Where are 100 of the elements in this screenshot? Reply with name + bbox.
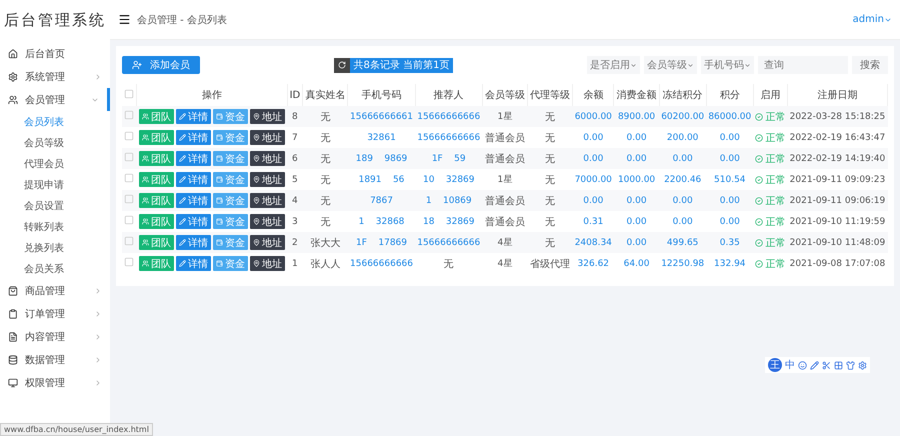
filter-dropdown[interactable]: 手机号码 [701, 56, 754, 74]
sidebar-subitem[interactable]: 会员列表 [0, 111, 110, 132]
sidebar-subitem[interactable]: 会员等级 [0, 132, 110, 153]
status-label: 正常 [755, 172, 786, 186]
action-button[interactable]: 资金 [212, 235, 248, 250]
table-cell: 132.94 [706, 253, 754, 274]
table-cell: 0.00 [614, 211, 660, 232]
sidebar-subitem[interactable]: 会员设置 [0, 195, 110, 216]
action-button[interactable]: 地址 [250, 109, 285, 124]
checkbox[interactable] [124, 131, 134, 141]
table-cell: 32861 [348, 127, 416, 148]
sidebar-item[interactable]: 权限管理 [0, 371, 110, 394]
pencil-icon[interactable] [810, 360, 819, 370]
action-button[interactable]: 详情 [176, 151, 211, 166]
emoji-icon[interactable] [798, 360, 807, 370]
action-button[interactable]: 团队 [138, 151, 174, 166]
checkbox[interactable] [124, 194, 134, 204]
action-button[interactable]: 资金 [212, 172, 248, 187]
table-cell: 326.62 [572, 253, 614, 274]
table-cell: 无 [527, 148, 573, 169]
checkbox[interactable] [124, 110, 134, 120]
action-button[interactable]: 团队 [138, 256, 174, 271]
scissors-icon[interactable] [822, 360, 831, 370]
checkbox[interactable] [124, 173, 134, 183]
sidebar-item[interactable]: 商品管理 [0, 279, 110, 302]
checkbox[interactable] [124, 257, 134, 267]
table-cell: 10 32869 [415, 169, 482, 190]
table-cell: 18 32869 [415, 211, 482, 232]
action-button[interactable]: 资金 [212, 256, 248, 271]
table-cell: 1F 17869 [348, 232, 416, 253]
sidebar-item[interactable]: 会员管理 [0, 88, 110, 111]
shirt-icon[interactable] [846, 360, 855, 370]
table-cell: 1 10869 [415, 190, 482, 211]
action-button[interactable]: 详情 [176, 193, 211, 208]
action-button[interactable]: 详情 [176, 214, 211, 229]
action-button[interactable]: 地址 [250, 235, 285, 250]
action-button[interactable]: 资金 [212, 109, 248, 124]
table-cell: 2022-02-19 14:19:40 [787, 148, 888, 169]
action-button[interactable]: 团队 [138, 235, 174, 250]
table-cell: 0.00 [706, 127, 754, 148]
settings-icon[interactable] [858, 360, 867, 370]
action-button[interactable]: 团队 [138, 109, 174, 124]
table-cell: 无 [527, 169, 573, 190]
menu-icon[interactable] [118, 13, 131, 26]
table-cell: 7 [287, 127, 303, 148]
action-button[interactable]: 详情 [176, 130, 211, 145]
action-button[interactable]: 团队 [138, 214, 174, 229]
action-button[interactable]: 资金 [212, 151, 248, 166]
action-button[interactable]: 资金 [212, 130, 248, 145]
action-button[interactable]: 团队 [138, 130, 174, 145]
sidebar-item[interactable]: 后台首页 [0, 42, 110, 65]
checkbox[interactable] [124, 88, 134, 98]
action-button[interactable]: 详情 [176, 172, 211, 187]
ime-logo[interactable]: 王 [768, 358, 782, 372]
action-button[interactable]: 地址 [250, 172, 285, 187]
sidebar-subitem[interactable]: 提现申请 [0, 174, 110, 195]
checkbox[interactable] [124, 215, 134, 225]
filter-dropdown[interactable]: 是否启用 [587, 56, 640, 74]
pencil-icon [178, 260, 186, 267]
sidebar-subitem[interactable]: 转账列表 [0, 216, 110, 237]
action-button[interactable]: 地址 [250, 193, 285, 208]
table-cell: 无 [527, 127, 573, 148]
table-cell: 0.00 [706, 190, 754, 211]
ime-mode-button[interactable]: 中 [785, 358, 795, 372]
sidebar-item[interactable]: 系统管理 [0, 65, 110, 88]
sidebar-subitem[interactable]: 兑换列表 [0, 237, 110, 258]
action-button[interactable]: 详情 [176, 256, 211, 271]
refresh-button[interactable] [334, 58, 350, 72]
action-button[interactable]: 团队 [138, 193, 174, 208]
table-cell: 0.00 [572, 148, 614, 169]
action-button[interactable]: 资金 [212, 214, 248, 229]
action-button[interactable]: 地址 [250, 130, 285, 145]
search-button[interactable]: 搜索 [852, 56, 888, 74]
table-cell: 1 32868 [348, 211, 416, 232]
table-cell: 2021-09-10 11:19:59 [787, 211, 888, 232]
add-member-button[interactable]: 添加会员 [122, 56, 200, 74]
sidebar-subitem[interactable]: 代理会员 [0, 153, 110, 174]
checkbox[interactable] [124, 236, 134, 246]
action-button[interactable]: 地址 [250, 256, 285, 271]
table-cell: 省级代理 [527, 253, 573, 274]
search-field[interactable]: 查询 [758, 56, 848, 74]
table-cell: 1891 56 [348, 169, 416, 190]
checkbox[interactable] [124, 152, 134, 162]
table-cell: 200.00 [659, 127, 706, 148]
sidebar-item[interactable]: 数据管理 [0, 348, 110, 371]
filter-dropdown[interactable]: 会员等级 [644, 56, 697, 74]
action-button[interactable]: 资金 [212, 193, 248, 208]
table-cell: 0.00 [614, 232, 660, 253]
sidebar-item[interactable]: 内容管理 [0, 325, 110, 348]
sidebar-item[interactable]: 订单管理 [0, 302, 110, 325]
action-button[interactable]: 详情 [176, 109, 211, 124]
action-button[interactable]: 地址 [250, 151, 285, 166]
sidebar-subitem[interactable]: 会员关系 [0, 258, 110, 279]
user-menu[interactable]: admin [852, 14, 892, 25]
action-button[interactable]: 详情 [176, 235, 211, 250]
status-label: 正常 [755, 152, 786, 166]
grid-icon[interactable] [834, 360, 843, 370]
action-button[interactable]: 地址 [250, 214, 285, 229]
action-button[interactable]: 团队 [138, 172, 174, 187]
pin-icon [252, 260, 260, 267]
